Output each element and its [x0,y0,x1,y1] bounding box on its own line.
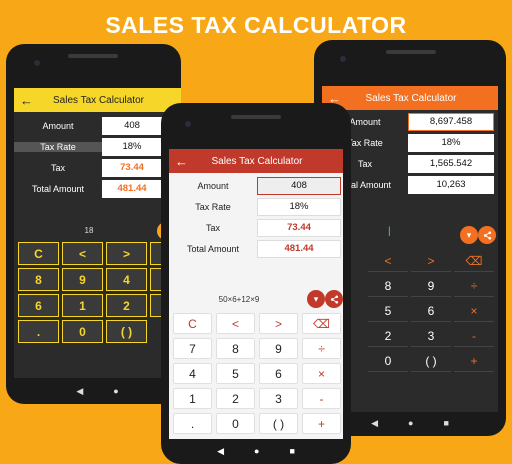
tax-rate-label: Tax Rate [14,141,102,152]
decimal-key[interactable]: . [18,320,59,343]
tax-value: 73.44 [102,158,162,177]
nav-back-icon[interactable]: ◀ [76,386,83,397]
cursor-left-key[interactable]: < [62,242,103,265]
tax-rate-field[interactable]: 18% [102,137,162,156]
subtract-key[interactable]: - [302,388,341,409]
digit-2-key[interactable]: 2 [106,294,147,317]
total-value: 10,263 [408,175,494,194]
digit-1-key[interactable]: 1 [62,294,103,317]
divide-key[interactable]: ÷ [454,275,494,297]
digit-9-key[interactable]: 9 [411,275,451,297]
amount-field[interactable]: 8,697.458 [408,112,494,131]
digit-6-key[interactable]: 6 [18,294,59,317]
nav-home-icon[interactable]: ● [408,418,413,428]
add-key[interactable]: + [454,350,494,372]
right-app-title: Sales Tax Calculator [365,92,457,104]
digit-0-key[interactable]: 0 [216,413,255,434]
multiply-key[interactable]: × [302,363,341,384]
nav-home-icon[interactable]: ● [113,386,118,396]
digit-8-key[interactable]: 8 [368,275,408,297]
digit-4-key[interactable]: 4 [106,268,147,291]
chevron-down-icon[interactable]: ▾ [460,226,478,244]
cursor-left-key[interactable]: < [216,313,255,334]
digit-5-key[interactable]: 5 [368,300,408,322]
share-icon[interactable] [325,290,343,308]
expression-display: 50×6+12×9 [218,295,260,304]
nav-back-icon[interactable]: ◀ [217,446,224,457]
back-arrow-icon[interactable]: ← [175,155,189,168]
multiply-key[interactable]: × [454,300,494,322]
text-cursor: | [388,226,391,237]
left-screen: ← Sales Tax Calculator Amount 408 Tax Ra… [14,88,181,378]
digit-6-key[interactable]: 6 [411,300,451,322]
tax-value: 1,565.542 [408,154,494,173]
amount-label: Amount [42,120,74,131]
total-value: 481.44 [102,179,162,198]
tax-label: Tax [50,162,65,173]
left-keypad: C<>789456123.0( ) [18,242,181,343]
center-app-title: Sales Tax Calculator [211,155,303,167]
digit-6-key[interactable]: 6 [259,363,298,384]
center-screen: ← Sales Tax Calculator Amount 408 Tax Ra… [169,149,343,439]
share-icon[interactable] [478,226,496,244]
digit-9-key[interactable]: 9 [62,268,103,291]
digit-0-key[interactable]: 0 [368,350,408,372]
digit-9-key[interactable]: 9 [259,338,298,359]
center-app-bar: ← Sales Tax Calculator [169,149,343,173]
left-app-bar: ← Sales Tax Calculator [14,88,181,112]
back-arrow-icon[interactable]: ← [20,94,34,107]
cursor-right-key[interactable]: > [106,242,147,265]
nav-recent-icon[interactable]: ■ [289,446,294,456]
digit-5-key[interactable]: 5 [216,363,255,384]
headline: SALES TAX CALCULATOR [105,12,407,38]
clear-key[interactable]: C [18,242,59,265]
center-phone: ← Sales Tax Calculator Amount 408 Tax Ra… [161,103,351,464]
clear-key[interactable]: C [173,313,212,334]
digit-3-key[interactable]: 3 [259,388,298,409]
digit-1-key[interactable]: 1 [173,388,212,409]
digit-7-key[interactable]: 7 [173,338,212,359]
backspace-key[interactable]: ⌫ [302,313,341,334]
digit-8-key[interactable]: 8 [216,338,255,359]
nav-back-icon[interactable]: ◀ [371,418,378,429]
parentheses-key[interactable]: ( ) [411,350,451,372]
right-app-bar: ← Sales Tax Calculator [322,86,498,110]
amount-label: Amount [197,180,229,191]
total-label: Total Amount [31,183,85,194]
total-label: Total Amount [186,243,240,254]
total-value: 481.44 [257,239,341,258]
expression-display: 18 [84,226,94,235]
divide-key[interactable]: ÷ [302,338,341,359]
tax-rate-field[interactable]: 18% [257,197,341,216]
tax-label: Tax [205,222,220,233]
chevron-down-icon[interactable]: ▾ [307,290,325,308]
left-phone: ← Sales Tax Calculator Amount 408 Tax Ra… [6,44,181,404]
digit-3-key[interactable]: 3 [411,325,451,347]
amount-field[interactable]: 408 [257,176,341,195]
nav-recent-icon[interactable]: ■ [443,418,448,428]
parentheses-key[interactable]: ( ) [259,413,298,434]
tax-rate-field[interactable]: 18% [408,133,494,152]
add-key[interactable]: + [302,413,341,434]
amount-field[interactable]: 408 [102,116,162,135]
digit-2-key[interactable]: 2 [216,388,255,409]
cursor-left-key[interactable]: < [368,250,408,272]
nav-home-icon[interactable]: ● [254,446,259,456]
tax-rate-label: Tax Rate [195,201,231,212]
subtract-key[interactable]: - [454,325,494,347]
tax-value: 73.44 [257,218,341,237]
digit-4-key[interactable]: 4 [173,363,212,384]
parentheses-key[interactable]: ( ) [106,320,147,343]
backspace-key[interactable]: ⌫ [454,250,494,272]
decimal-key[interactable]: . [173,413,212,434]
center-keypad: C < > ⌫ 7 8 9 ÷ 4 5 6 × 1 2 3-. 0( ) + [173,313,341,434]
digit-0-key[interactable]: 0 [62,320,103,343]
cursor-right-key[interactable]: > [411,250,451,272]
digit-8-key[interactable]: 8 [18,268,59,291]
right-keypad: < > ⌫ 8 9 ÷ 5 6 × 2 3- 0( ) + [368,250,496,372]
cursor-right-key[interactable]: > [259,313,298,334]
digit-2-key[interactable]: 2 [368,325,408,347]
left-app-title: Sales Tax Calculator [53,94,144,106]
